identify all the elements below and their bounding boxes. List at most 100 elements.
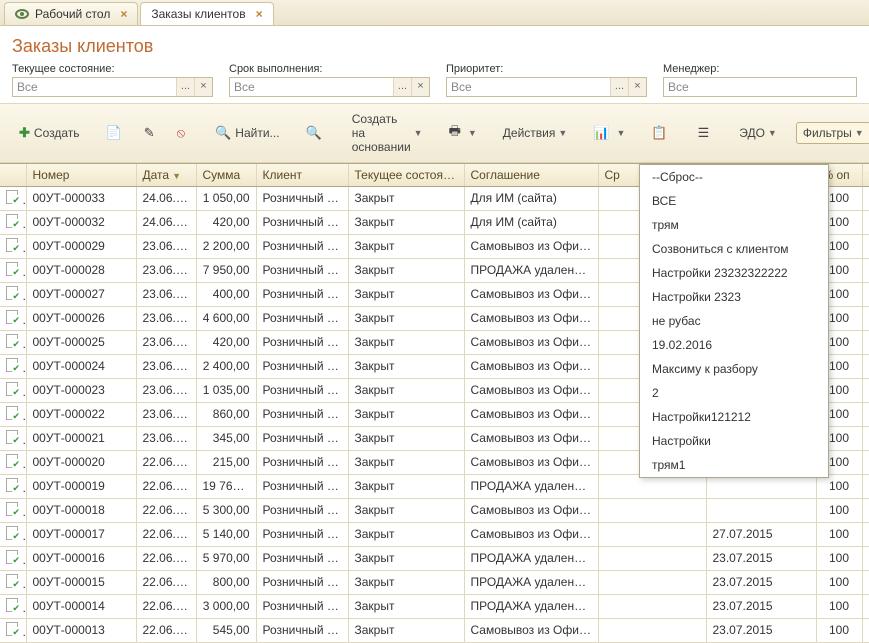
header-pct[interactable]: % <box>862 164 869 186</box>
cell-sum: 4 600,00 <box>196 306 256 330</box>
cell-state: Закрыт <box>348 330 464 354</box>
document-icon <box>6 502 18 516</box>
cell-agreement: Самовывоз из Офиса <box>464 282 598 306</box>
actions-button[interactable]: Действия▼ <box>496 122 575 144</box>
filter-menu-item[interactable]: Настройки 2323 <box>640 285 828 309</box>
filters-button[interactable]: Фильтры▼ <box>796 122 869 144</box>
cell-number: 00УТ-000013 <box>26 618 136 642</box>
filter-priority-combo[interactable]: ... × <box>446 77 647 97</box>
ellipsis-icon[interactable]: ... <box>176 78 194 96</box>
cell-date: 23.06.2... <box>136 282 196 306</box>
cell-date: 23.06.2... <box>136 330 196 354</box>
filter-manager-input[interactable] <box>664 78 856 96</box>
filter-deadline-combo[interactable]: ... × <box>229 77 430 97</box>
document-icon <box>6 310 18 324</box>
search-icon: 🔍 <box>215 125 231 141</box>
cell-ship: 23.07.2015 <box>706 618 816 642</box>
doc-button[interactable]: 📋 <box>644 121 678 145</box>
cell-number: 00УТ-000023 <box>26 378 136 402</box>
filter-state-combo[interactable]: ... × <box>12 77 213 97</box>
create-button[interactable]: ✚Создать <box>12 121 87 145</box>
cancel-find-button[interactable]: 🔍 <box>299 121 333 145</box>
table-row[interactable]: 00УТ-00001522.06.2...800,00Розничный по.… <box>0 570 869 594</box>
filter-menu-item[interactable]: Настройки <box>640 429 828 453</box>
cell-client: Розничный по... <box>256 618 348 642</box>
cell-date: 22.06.2... <box>136 522 196 546</box>
list-button[interactable]: ☰ <box>691 121 721 145</box>
tab-desktop[interactable]: Рабочий стол × <box>4 2 138 25</box>
report-button[interactable]: 📊▼ <box>586 121 632 145</box>
table-row[interactable]: 00УТ-00001722.06.2...5 140,00Розничный п… <box>0 522 869 546</box>
cell-sum: 5 300,00 <box>196 498 256 522</box>
print-button[interactable]: 🖶▼ <box>442 118 484 148</box>
cell-date: 23.06.2... <box>136 234 196 258</box>
filter-menu-item[interactable]: Созвониться с клиентом <box>640 237 828 261</box>
cell-pct <box>862 474 869 498</box>
header-state[interactable]: Текущее состояние <box>348 164 464 186</box>
cell-sum: 2 400,00 <box>196 354 256 378</box>
header-number[interactable]: Номер <box>26 164 136 186</box>
cell-number: 00УТ-000022 <box>26 402 136 426</box>
document-icon <box>6 358 18 372</box>
cell-state: Закрыт <box>348 210 464 234</box>
table-row[interactable]: 00УТ-00001622.06.2...5 970,00Розничный п… <box>0 546 869 570</box>
filter-menu-item[interactable]: не рубас <box>640 309 828 333</box>
filter-priority-input[interactable] <box>447 78 610 96</box>
cell-sum: 860,00 <box>196 402 256 426</box>
cell-pct-op: 100 <box>816 522 862 546</box>
filter-menu-item[interactable]: 19.02.2016 <box>640 333 828 357</box>
cell-date: 23.06.2... <box>136 426 196 450</box>
copy-button[interactable]: 📄 <box>99 121 133 145</box>
mark-delete-button[interactable]: ⦸ <box>170 121 196 145</box>
document-icon <box>6 526 18 540</box>
table-row[interactable]: 00УТ-00001422.06.2...3 000,00Розничный п… <box>0 594 869 618</box>
filter-menu-item[interactable]: 2 <box>640 381 828 405</box>
header-agreement[interactable]: Соглашение <box>464 164 598 186</box>
cell-agreement: Самовывоз из Офиса <box>464 378 598 402</box>
close-icon[interactable]: × <box>120 7 127 21</box>
close-icon[interactable]: × <box>256 7 263 21</box>
filter-menu-item[interactable]: трям1 <box>640 453 828 477</box>
cell-deadline <box>598 498 706 522</box>
header-client[interactable]: Клиент <box>256 164 348 186</box>
document-icon <box>6 454 18 468</box>
edit-button[interactable]: ✎ <box>137 121 166 145</box>
find-button[interactable]: 🔍Найти... <box>208 121 286 145</box>
chevron-down-icon: ▼ <box>558 128 567 138</box>
filter-deadline-input[interactable] <box>230 78 393 96</box>
header-icon[interactable] <box>0 164 26 186</box>
header-sum[interactable]: Сумма <box>196 164 256 186</box>
filter-menu-item[interactable]: трям <box>640 213 828 237</box>
filter-menu-item[interactable]: Настройки121212 <box>640 405 828 429</box>
ellipsis-icon[interactable]: ... <box>610 78 628 96</box>
filter-menu-item[interactable]: Настройки 23232322222 <box>640 261 828 285</box>
clear-icon[interactable]: × <box>411 78 429 96</box>
cell-pct <box>862 426 869 450</box>
filter-manager-combo[interactable] <box>663 77 857 97</box>
tab-orders[interactable]: Заказы клиентов × <box>140 2 273 25</box>
cell-number: 00УТ-000027 <box>26 282 136 306</box>
document-icon <box>6 190 18 204</box>
document-icon <box>6 574 18 588</box>
cell-pct <box>862 330 869 354</box>
header-date[interactable]: Дата▼ <box>136 164 196 186</box>
cell-pct <box>862 354 869 378</box>
filter-menu-item[interactable]: Максиму к разбору <box>640 357 828 381</box>
filter-menu-item[interactable]: ВСЕ <box>640 189 828 213</box>
cell-ship: 23.07.2015 <box>706 594 816 618</box>
filter-state-input[interactable] <box>13 78 176 96</box>
ellipsis-icon[interactable]: ... <box>393 78 411 96</box>
filter-label: Менеджер: <box>663 63 857 75</box>
cell-pct-op: 100 <box>816 498 862 522</box>
filter-menu-item[interactable]: --Сброс-- <box>640 165 828 189</box>
cell-date: 23.06.2... <box>136 402 196 426</box>
table-row[interactable]: 00УТ-00001822.06.2...5 300,00Розничный п… <box>0 498 869 522</box>
cell-deadline <box>598 546 706 570</box>
filters-label: Фильтры <box>803 126 852 140</box>
clear-icon[interactable]: × <box>628 78 646 96</box>
table-row[interactable]: 00УТ-00001322.06.2...545,00Розничный по.… <box>0 618 869 642</box>
clear-icon[interactable]: × <box>194 78 212 96</box>
row-icon-cell <box>0 402 26 426</box>
create-on-basis-button[interactable]: Создать на основании▼ <box>345 108 430 158</box>
edo-button[interactable]: ЭДО▼ <box>732 122 784 144</box>
